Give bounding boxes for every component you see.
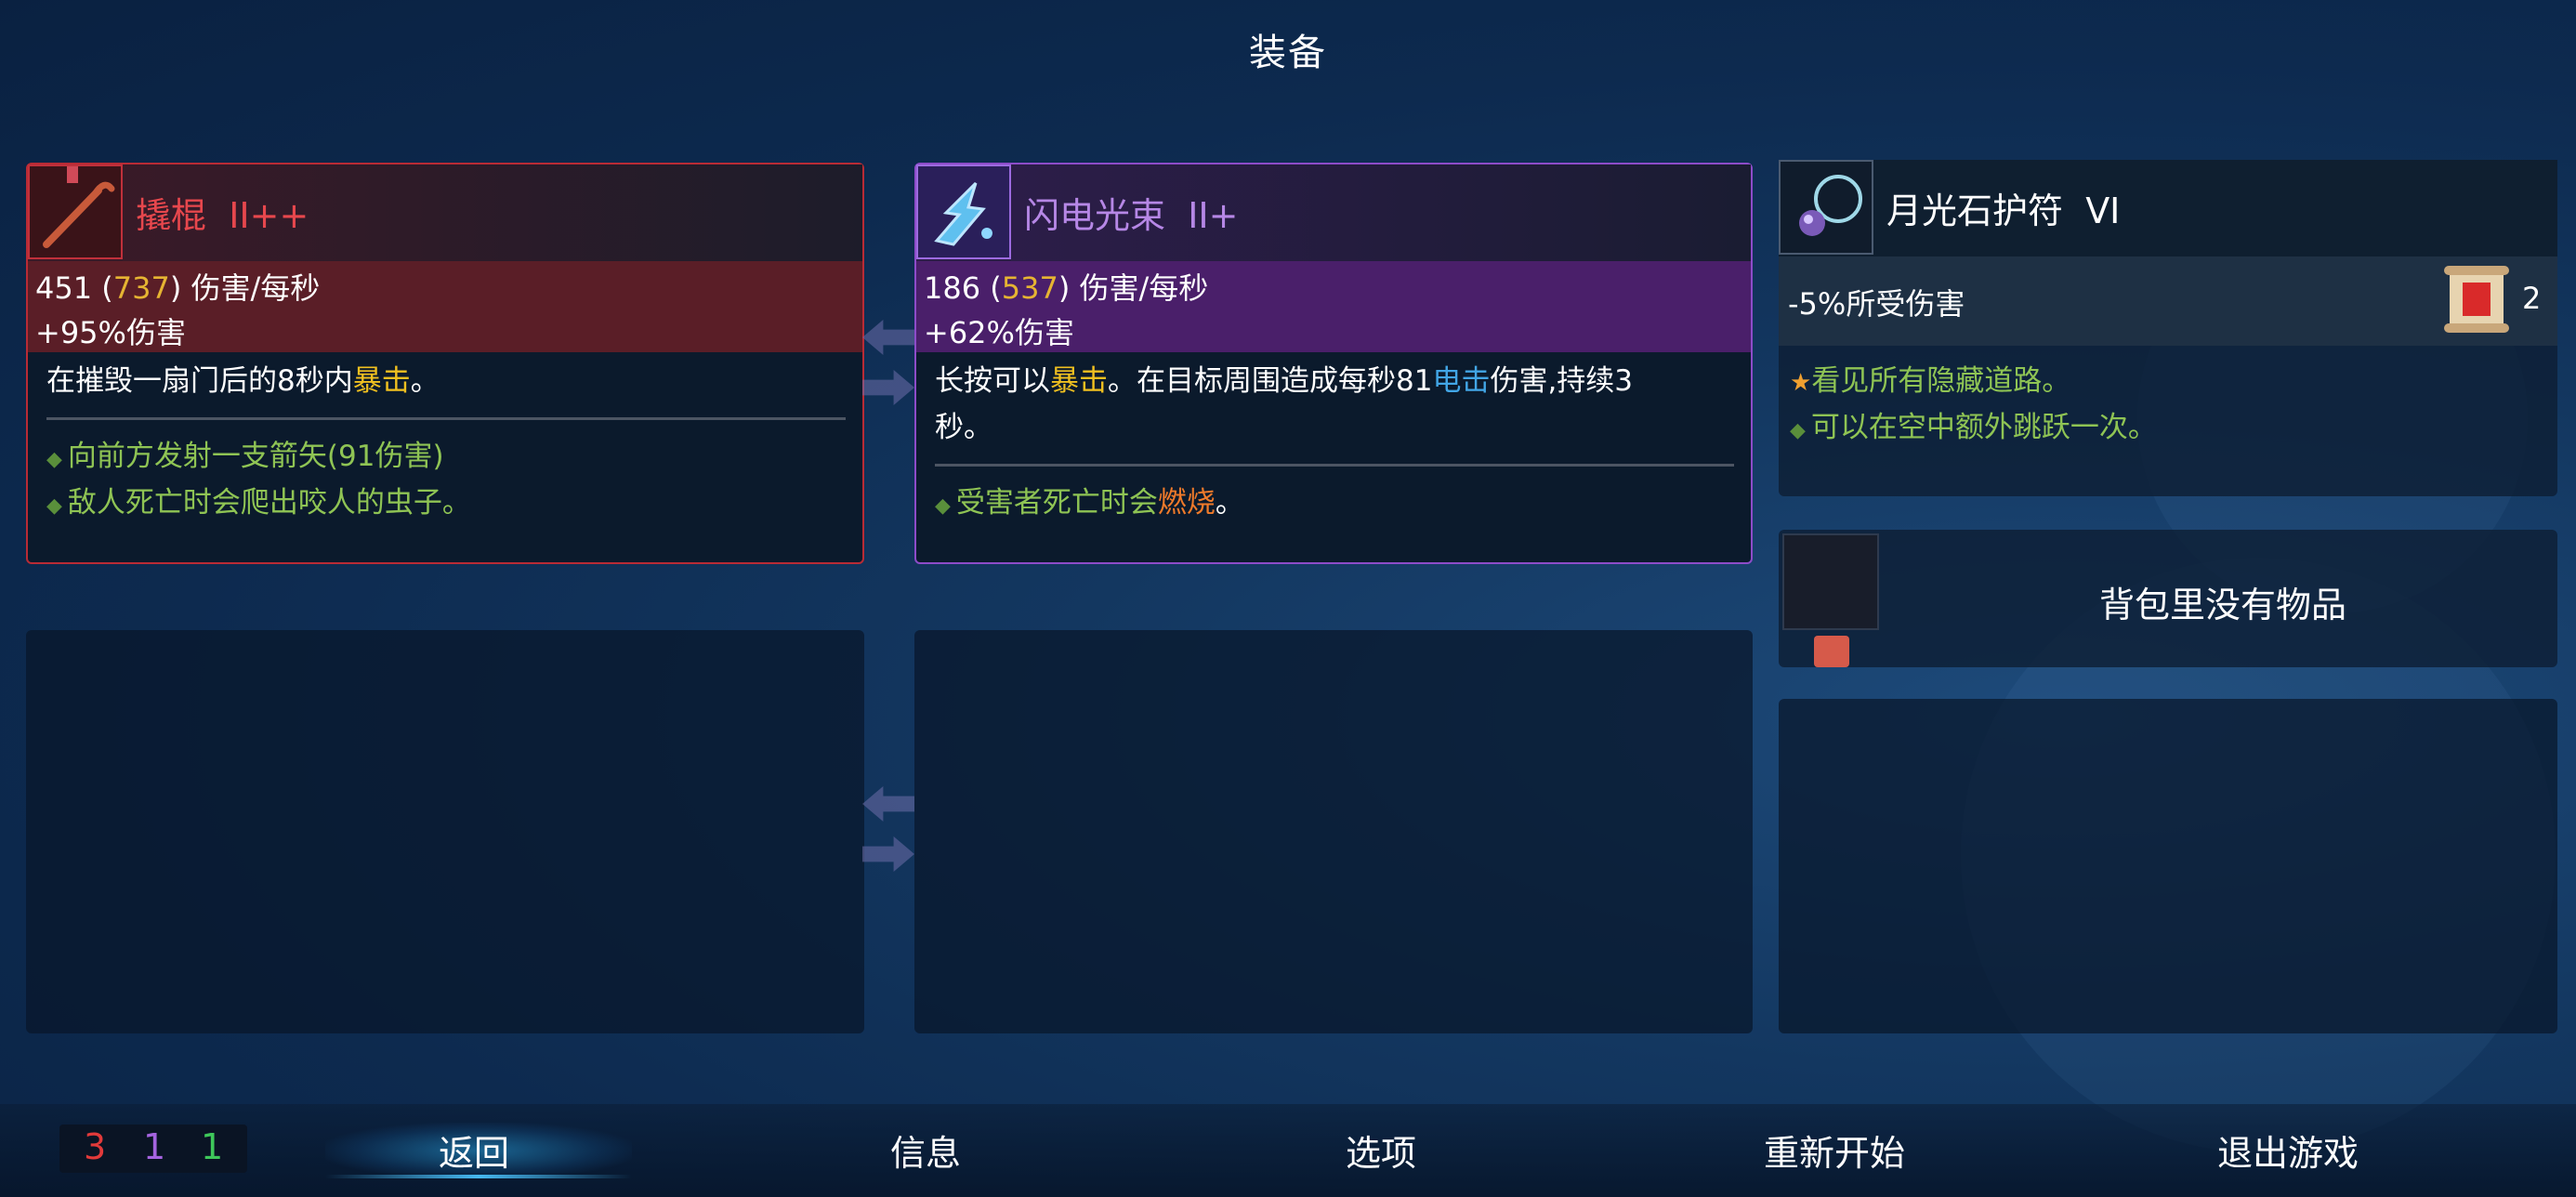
backpack-panel[interactable]: 背包里没有物品 [1779,530,2557,667]
page-title: 装备 [1249,32,1327,74]
scroll-count: 2 [2522,281,2542,316]
menu-info-button[interactable]: 信息 [786,1125,1065,1176]
scroll-icon [2442,262,2511,336]
backpack-slot[interactable] [1782,533,1879,630]
menu-options-button[interactable]: 选项 [1242,1125,1520,1176]
weapon-description: 长按可以暴击。在目标周围造成每秒81电击伤害,持续3 秒。 [935,364,1634,444]
diamond-bullet-icon: ◆ [46,494,62,518]
backpack-icon [1814,636,1849,667]
diamond-bullet-icon: ◆ [46,448,62,471]
dps-line: 451 (737) 伤害/每秒 [35,270,321,306]
swap-weapons-button[interactable] [862,320,916,416]
amulet-perk: ◆ 可以在空中额外跳跃一次。 [1790,411,2157,444]
weapon-name: 闪电光束 II+ [1024,195,1239,236]
amulet-card[interactable]: 月光石护符 VI -5%所受伤害 2 ★看见所有隐藏道路。 ◆ 可以在空中额外跳跃… [1779,160,2557,496]
weapon-card-crowbar[interactable]: 撬棍 II++ 451 (737) 伤害/每秒 +95%伤害 在摧毁一扇门后的8… [26,163,864,564]
dps-line: 186 (537) 伤害/每秒 [924,270,1209,306]
affix-line: ◆ 受害者死亡时会燃烧。 [935,486,1244,520]
crowbar-icon [28,164,123,259]
weapon-description: 在摧毁一扇门后的8秒内暴击。 [46,364,440,398]
red-counter: 3 [84,1126,107,1167]
menu-restart-button[interactable]: 重新开始 [1695,1125,1974,1176]
empty-skill-slot-left[interactable] [26,630,864,1033]
divider [935,464,1734,467]
star-icon: ★ [1790,369,1812,397]
empty-skill-slot-right[interactable] [914,630,1753,1033]
swap-skills-button[interactable] [862,786,916,883]
menu-quit-button[interactable]: 退出游戏 [2149,1125,2427,1176]
arrow-left-icon [862,320,914,355]
diamond-bullet-icon: ◆ [935,494,951,518]
empty-side-panel [1779,699,2557,1033]
amulet-name: 月光石护符 VI [1886,191,2121,231]
damage-bonus: +95%伤害 [35,315,186,350]
arrow-left-icon [862,786,914,822]
weapon-name: 撬棍 II++ [136,195,309,236]
lightning-beam-icon [916,164,1011,259]
amulet-stat: -5%所受伤害 [1788,286,1965,322]
affix-line: ◆ 敌人死亡时会爬出咬人的虫子。 [46,486,471,520]
menu-back-button[interactable]: 返回 [335,1125,613,1176]
green-counter: 1 [201,1126,224,1167]
weapon-card-lightning-beam[interactable]: 闪电光束 II+ 186 (537) 伤害/每秒 +62%伤害 长按可以暴击。在… [914,163,1753,564]
arrow-right-icon [862,836,914,872]
arrow-right-icon [862,370,914,405]
damage-bonus: +62%伤害 [924,315,1074,350]
amulet-perk: ★看见所有隐藏道路。 [1790,364,2071,398]
diamond-bullet-icon: ◆ [1790,419,1806,442]
purple-counter: 1 [143,1126,166,1167]
backpack-empty-text: 背包里没有物品 [2098,585,2346,625]
divider [46,417,846,420]
moonstone-amulet-icon [1779,160,1873,255]
affix-line: ◆ 向前方发射一支箭矢(91伤害) [46,440,444,473]
